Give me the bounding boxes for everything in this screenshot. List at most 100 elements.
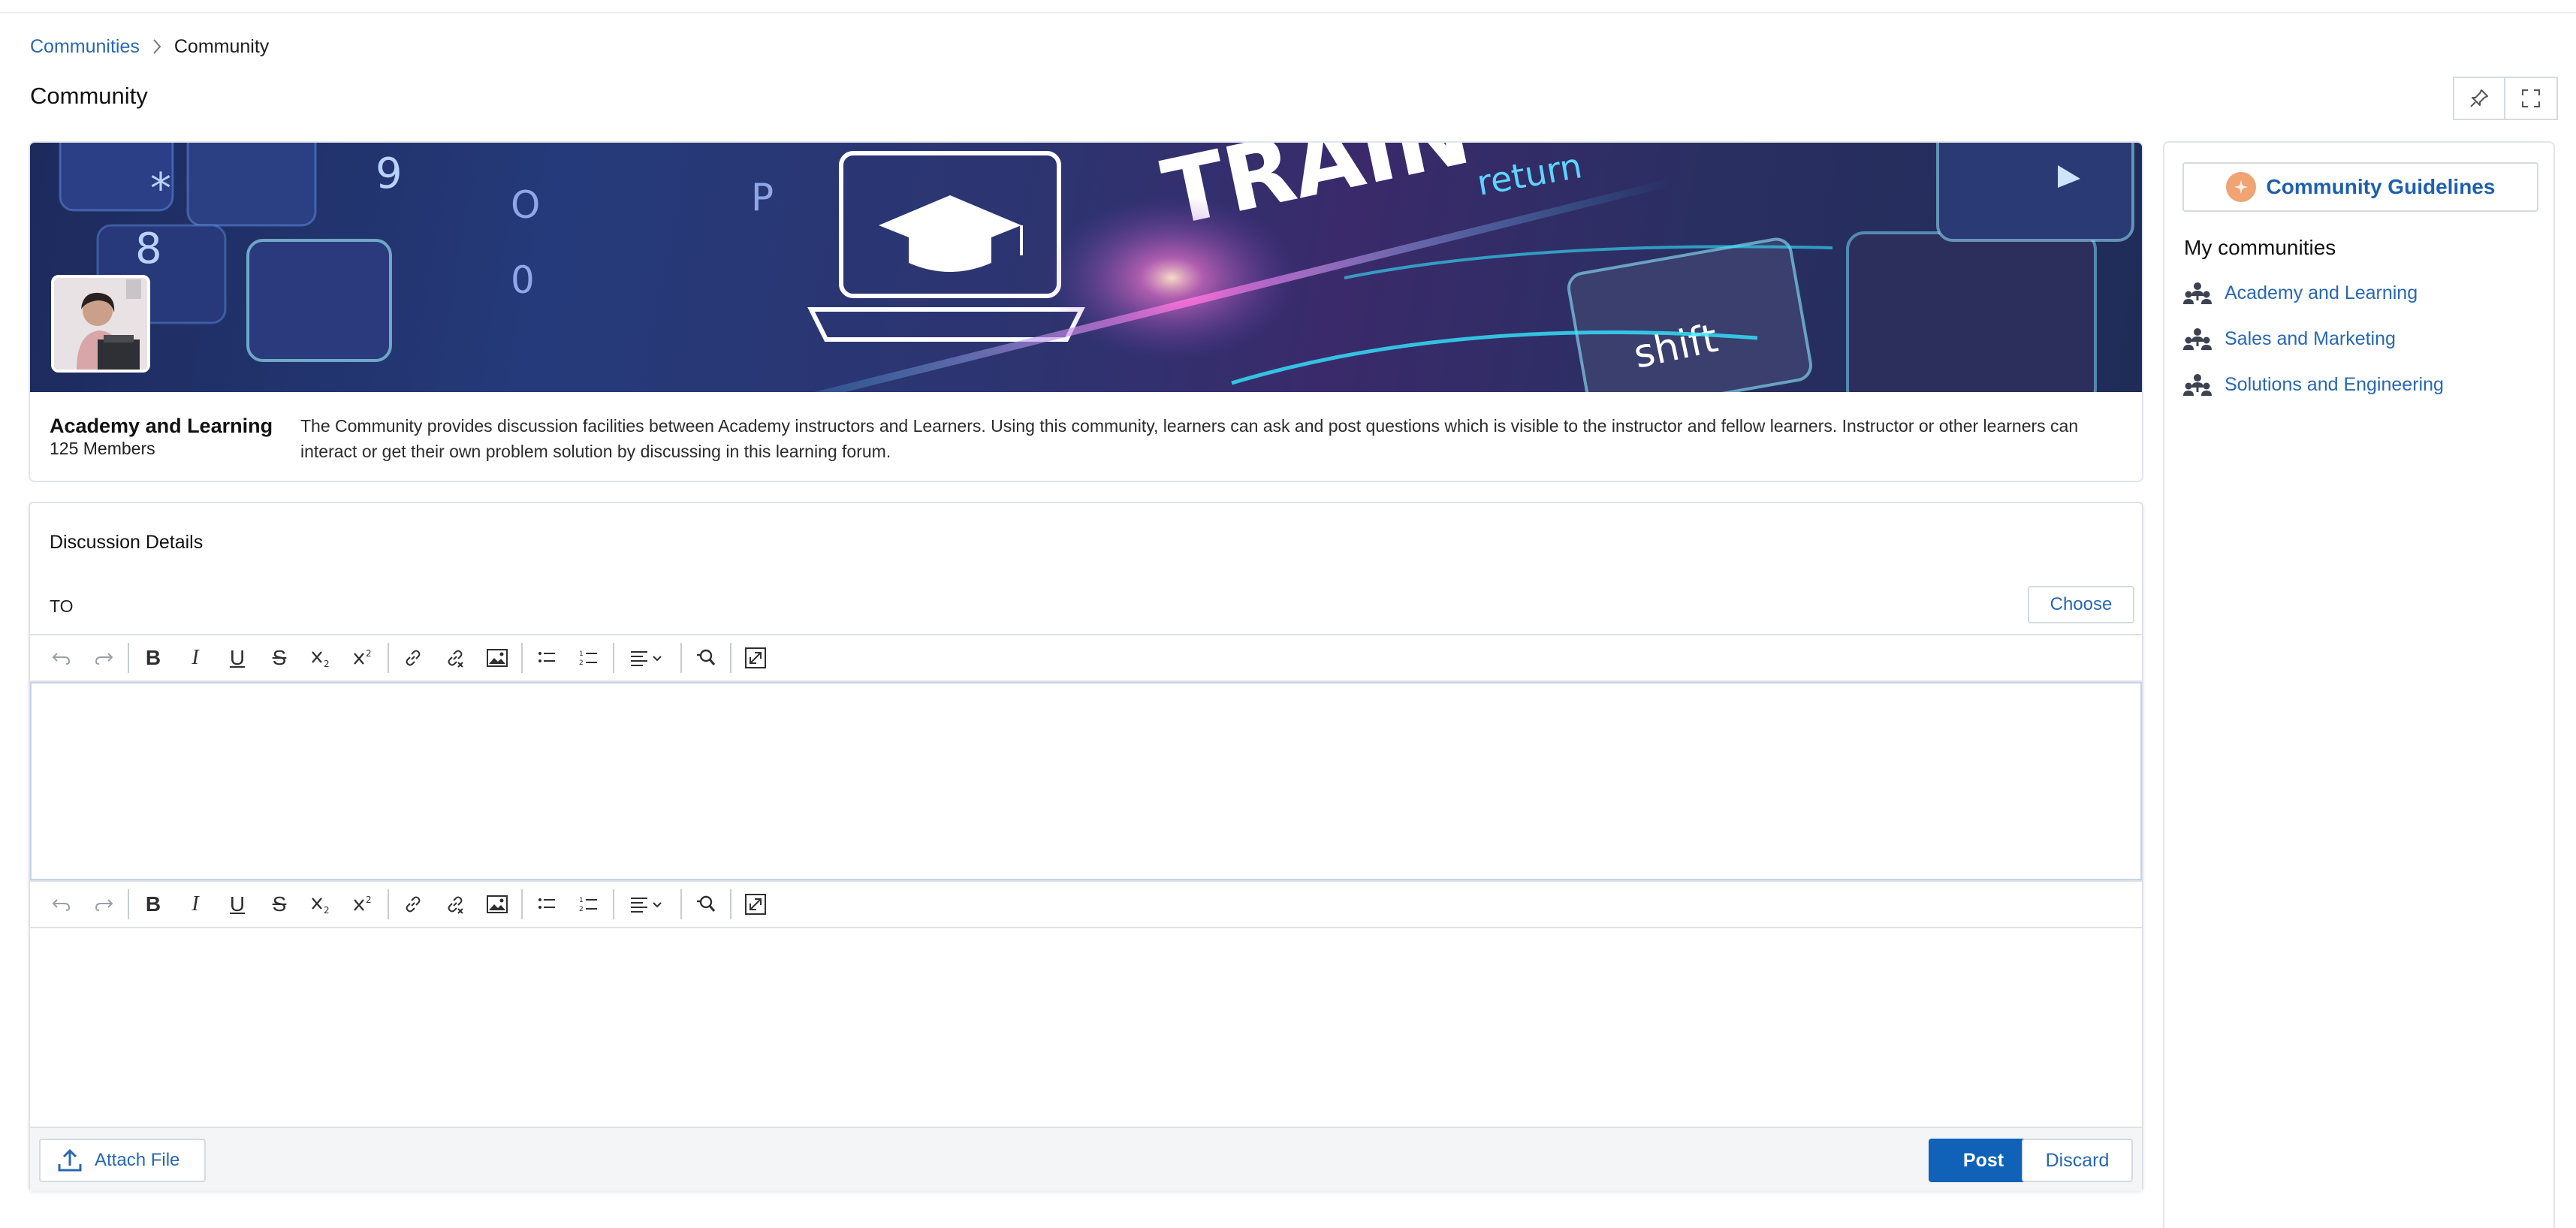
community-guidelines-button[interactable]: Community Guidelines: [2182, 162, 2538, 212]
breadcrumb: Communities Community: [30, 33, 269, 60]
svg-text:2: 2: [366, 648, 372, 659]
community-link-label: Academy and Learning: [2225, 282, 2418, 303]
subscript-icon[interactable]: 2: [300, 883, 342, 925]
community-info: Academy and Learning 125 Members The Com…: [30, 392, 2142, 481]
message-editor[interactable]: [30, 682, 2142, 880]
discard-button[interactable]: Discard: [2022, 1139, 2133, 1182]
align-dropdown-icon[interactable]: [617, 637, 677, 679]
svg-text:P: P: [751, 176, 774, 219]
chevron-right-icon: [140, 35, 174, 58]
toolbar-divider: [521, 643, 523, 673]
bullet-list-icon[interactable]: [526, 883, 568, 925]
strikethrough-icon[interactable]: S: [258, 637, 300, 679]
right-sidebar: Community Guidelines My communities Acad…: [2163, 141, 2555, 1228]
secondary-editor[interactable]: [30, 928, 2142, 1127]
subscript-icon[interactable]: 2: [300, 637, 342, 679]
pin-button[interactable]: [2453, 77, 2505, 120]
svg-text:9: 9: [376, 149, 403, 198]
undo-icon[interactable]: [41, 883, 83, 925]
italic-icon[interactable]: I: [174, 637, 216, 679]
group-icon: [2183, 327, 2212, 350]
undo-icon[interactable]: [41, 637, 83, 679]
upload-icon: [58, 1148, 82, 1172]
unlink-icon[interactable]: [434, 883, 476, 925]
community-link-sales[interactable]: Sales and Marketing: [2182, 316, 2444, 362]
choose-recipients-button[interactable]: Choose: [2028, 586, 2134, 623]
attach-file-label: Attach File: [95, 1150, 180, 1170]
community-link-label: Sales and Marketing: [2225, 328, 2396, 349]
community-card: * 9 8 O P 0 TRAIN return shift Academy a…: [29, 141, 2143, 482]
breadcrumb-communities-link[interactable]: Communities: [30, 36, 140, 58]
guidelines-icon: [2225, 172, 2256, 202]
svg-text:*: *: [150, 164, 171, 213]
community-avatar: [51, 275, 150, 373]
toolbar-divider: [128, 643, 129, 673]
svg-text:2: 2: [366, 895, 372, 905]
svg-text:2: 2: [579, 906, 584, 913]
community-banner-image: * 9 8 O P 0 TRAIN return shift: [30, 143, 2142, 392]
find-replace-icon[interactable]: [685, 883, 727, 925]
fullscreen-icon[interactable]: [734, 883, 777, 925]
find-replace-icon[interactable]: [685, 637, 727, 679]
toolbar-divider: [521, 889, 523, 919]
my-communities-list: Academy and Learning Sales and Marketing…: [2182, 270, 2444, 408]
community-name: Academy and Learning: [50, 415, 273, 437]
breadcrumb-current: Community: [173, 35, 270, 57]
community-description: The Community provides discussion facili…: [300, 416, 2079, 461]
page-actions: [2453, 77, 2558, 120]
pin-icon: [2470, 89, 2488, 107]
toolbar-divider: [680, 643, 682, 673]
unlink-icon[interactable]: [434, 637, 476, 679]
redo-icon[interactable]: [83, 883, 125, 925]
editor-toolbar-secondary: B I U S 2 2 12: [30, 880, 2142, 928]
toolbar-divider: [128, 889, 129, 919]
page-title: Community: [30, 83, 148, 109]
underline-icon[interactable]: U: [216, 637, 258, 679]
numbered-list-icon[interactable]: 12: [568, 637, 610, 679]
svg-text:O: O: [511, 183, 540, 227]
link-icon[interactable]: [392, 637, 434, 679]
community-link-academy[interactable]: Academy and Learning: [2182, 270, 2444, 316]
strikethrough-icon[interactable]: S: [258, 883, 300, 925]
discussion-form: Discussion Details TO Choose B I U S 2 2…: [29, 502, 2143, 1191]
group-icon: [2183, 282, 2212, 304]
toolbar-divider: [613, 643, 614, 673]
fullscreen-button[interactable]: [2505, 77, 2558, 120]
image-icon[interactable]: [476, 883, 518, 925]
banner-text-return: return: [1474, 145, 1585, 204]
svg-text:1: 1: [579, 897, 584, 904]
toolbar-divider: [730, 643, 731, 673]
discussion-title: Discussion Details: [50, 532, 204, 553]
community-guidelines-label: Community Guidelines: [2266, 175, 2496, 198]
superscript-icon[interactable]: 2: [342, 883, 385, 925]
group-icon: [2183, 373, 2212, 396]
community-link-label: Solutions and Engineering: [2225, 374, 2444, 395]
fullscreen-icon[interactable]: [734, 637, 777, 679]
my-communities-heading: My communities: [2184, 236, 2336, 259]
editor-toolbar: B I U S 2 2 12: [30, 634, 2142, 682]
form-footer: Attach File Post Discard: [30, 1127, 2142, 1191]
toolbar-divider: [613, 889, 614, 919]
bold-icon[interactable]: B: [132, 883, 174, 925]
image-icon[interactable]: [476, 637, 518, 679]
redo-icon[interactable]: [83, 637, 125, 679]
link-icon[interactable]: [392, 883, 434, 925]
attach-file-button[interactable]: Attach File: [39, 1139, 206, 1182]
svg-text:2: 2: [579, 659, 584, 667]
svg-text:2: 2: [324, 659, 330, 668]
top-divider: [0, 0, 2576, 14]
svg-text:0: 0: [511, 258, 535, 302]
underline-icon[interactable]: U: [216, 883, 258, 925]
community-link-solutions[interactable]: Solutions and Engineering: [2182, 362, 2444, 408]
svg-text:1: 1: [579, 650, 584, 658]
svg-text:2: 2: [324, 905, 330, 915]
bold-icon[interactable]: B: [132, 637, 174, 679]
numbered-list-icon[interactable]: 12: [568, 883, 610, 925]
member-count: 125 Members: [50, 439, 155, 458]
superscript-icon[interactable]: 2: [342, 637, 385, 679]
align-dropdown-icon[interactable]: [617, 883, 677, 925]
italic-icon[interactable]: I: [174, 883, 216, 925]
toolbar-divider: [388, 889, 389, 919]
bullet-list-icon[interactable]: [526, 637, 568, 679]
toolbar-divider: [730, 889, 731, 919]
